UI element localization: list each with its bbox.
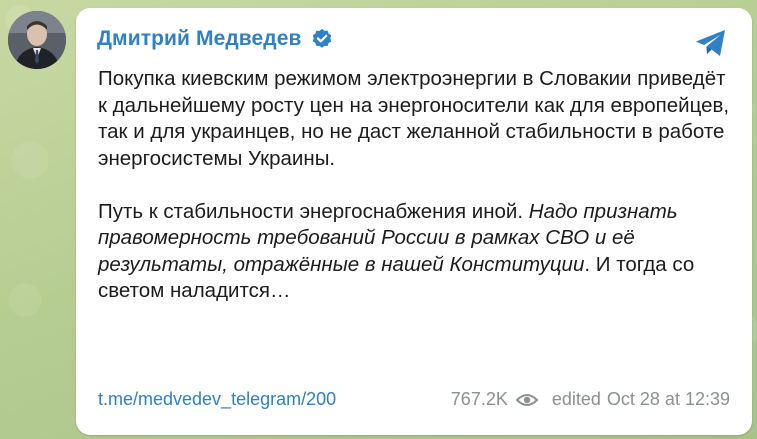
message-footer: t.me/medvedev_telegram/200 767.2K edited…: [98, 389, 730, 410]
message-paragraph: Путь к стабильности энергоснабжения иной…: [98, 199, 738, 305]
message-text: Покупка киевским режимом электроэнергии …: [98, 66, 738, 305]
eye-icon: [515, 393, 538, 406]
message-meta: 767.2K edited Oct 28 at 12:39: [451, 389, 730, 410]
message-bubble: Дмитрий Медведев Покупка киевским режимо…: [76, 8, 752, 435]
message-link[interactable]: t.me/medvedev_telegram/200: [98, 389, 336, 410]
message-timestamp: Oct 28 at 12:39: [606, 389, 730, 409]
message-paragraph: Покупка киевским режимом электроэнергии …: [98, 67, 730, 170]
share-button[interactable]: [694, 28, 728, 58]
paragraph-plain-text: Путь к стабильности энергоснабжения иной…: [98, 199, 529, 223]
verified-badge-icon: [312, 28, 331, 48]
user-portrait-icon: [8, 11, 66, 69]
message-author: Дмитрий Медведев: [97, 27, 333, 51]
edited-label: edited: [551, 389, 601, 409]
telegram-share-icon: [696, 30, 725, 56]
channel-avatar[interactable]: [8, 11, 66, 69]
view-count: 767.2K: [450, 389, 508, 409]
author-name[interactable]: Дмитрий Медведев: [97, 27, 302, 51]
